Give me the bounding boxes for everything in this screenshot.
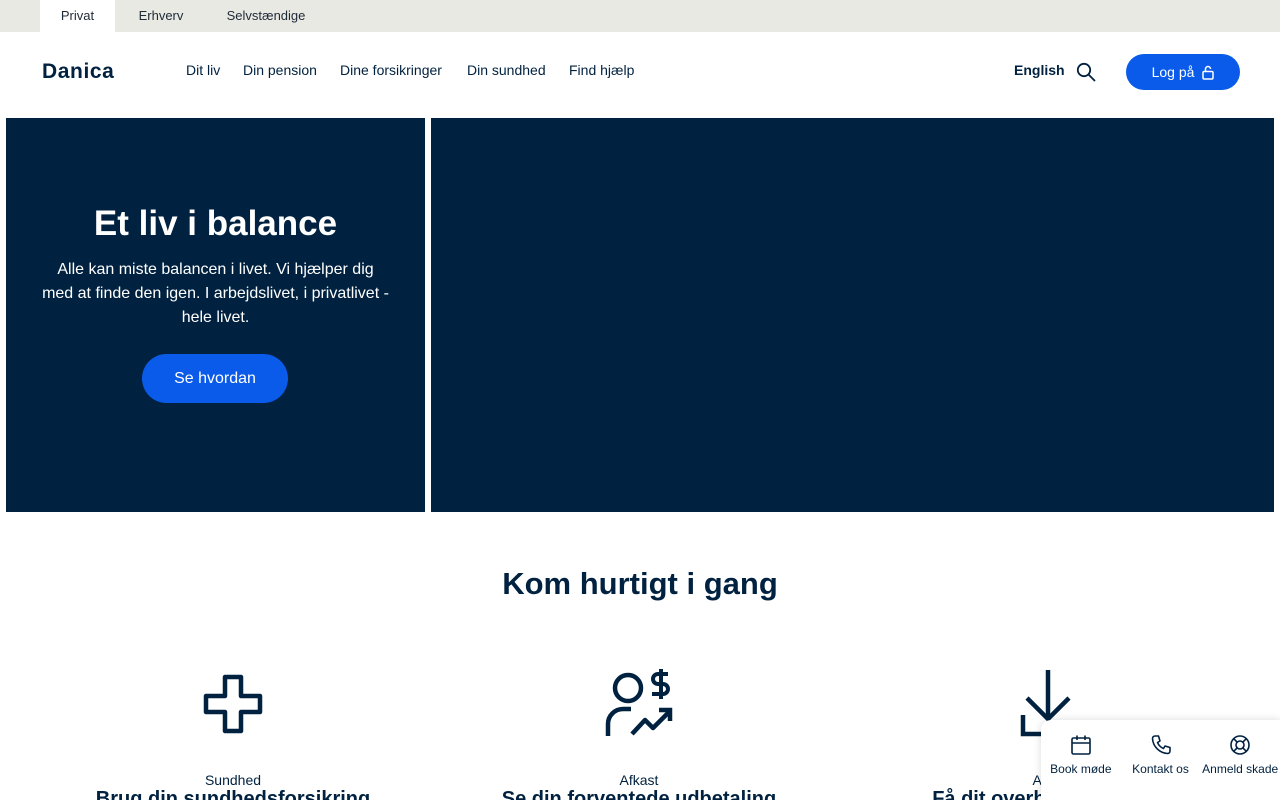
card-kicker: Afkast	[619, 772, 659, 788]
section-title: Kom hurtigt i gang	[502, 566, 778, 601]
hero-text-line: med at finde den igen. I arbejdslivet, i…	[42, 285, 389, 302]
quick-action-label: Anmeld skade	[1202, 762, 1279, 776]
hero-text-line: hele livet.	[181, 309, 250, 326]
nav-item-din-sundhed[interactable]: Din sundhed	[467, 62, 546, 78]
segment-bar: Privat Erhverv Selvstændige	[0, 0, 1280, 32]
user-dollar-trend-icon	[605, 669, 673, 736]
report-claim-button[interactable]: Anmeld skade	[1200, 720, 1280, 800]
segment-tab-selvstaendige[interactable]: Selvstændige	[212, 0, 320, 32]
quick-action-label: Kontakt os	[1132, 762, 1189, 776]
card-heading[interactable]: Se din forventede udbetaling	[429, 788, 849, 800]
nav-item-find-hjaelp[interactable]: Find hjælp	[569, 62, 634, 78]
card-heading[interactable]: Brug din sundhedsforsikring	[23, 788, 443, 800]
lifebuoy-icon	[1230, 735, 1250, 755]
danica-logo[interactable]: Danica	[42, 60, 114, 84]
hero-panel: Et liv i balance Alle kan miste balancen…	[6, 118, 425, 512]
search-icon[interactable]	[1076, 62, 1096, 82]
hero-text: Alle kan miste balancen i livet. Vi hjæl…	[40, 258, 391, 330]
unlock-icon	[1202, 65, 1215, 80]
hero-title: Et liv i balance	[93, 204, 338, 243]
hero-text-line: Alle kan miste balancen i livet. Vi hjæl…	[57, 261, 374, 278]
nav-item-din-pension[interactable]: Din pension	[243, 62, 317, 78]
nav-item-dit-liv[interactable]: Dit liv	[186, 62, 220, 78]
card-afkast[interactable]: Afkast Se din forventede udbetaling	[429, 664, 849, 800]
calendar-icon	[1071, 735, 1091, 755]
segment-tab-erhverv[interactable]: Erhverv	[122, 0, 200, 32]
language-link[interactable]: English	[1014, 62, 1065, 78]
hero-image-panel	[431, 118, 1274, 512]
login-button[interactable]: Log på	[1126, 54, 1240, 90]
card-sundhed[interactable]: Sundhed Brug din sundhedsforsikring	[23, 664, 443, 800]
login-label: Log på	[1151, 64, 1195, 80]
quick-action-bar: Book møde Kontakt os Anmeld skade	[1041, 720, 1280, 800]
site-header: Danica Dit liv Din pension Dine forsikri…	[0, 32, 1280, 112]
phone-icon	[1151, 735, 1171, 755]
book-meeting-button[interactable]: Book møde	[1041, 720, 1121, 800]
contact-us-button[interactable]: Kontakt os	[1121, 720, 1201, 800]
see-how-button[interactable]: Se hvordan	[142, 354, 288, 403]
plus-cross-icon	[203, 674, 263, 734]
segment-tab-privat[interactable]: Privat	[40, 0, 115, 32]
card-kicker: Sundhed	[204, 772, 262, 788]
nav-item-dine-forsikringer[interactable]: Dine forsikringer	[340, 62, 442, 78]
quick-action-label: Book møde	[1050, 762, 1112, 776]
